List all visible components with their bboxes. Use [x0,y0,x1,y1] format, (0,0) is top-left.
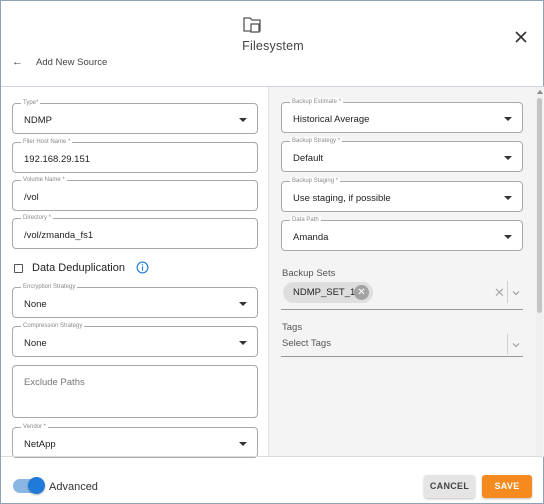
dropdown-caret-icon [504,196,512,200]
directory-field[interactable]: Directory * /vol/zmanda_fs1 [12,214,258,249]
exclude-paths-placeholder: Exclude Paths [24,377,85,388]
type-select[interactable]: Type* NDMP [12,99,258,134]
backup-sets-underline [281,309,523,310]
backup-set-chip-label: NDMP_SET_1 [293,287,356,298]
scroll-up-arrow-icon[interactable] [537,90,543,94]
encryption-strategy-select[interactable]: Encryption Strategy None [12,283,258,318]
tags-label: Tags [282,322,303,333]
scrollbar-thumb[interactable] [537,98,542,313]
info-icon[interactable] [136,261,149,274]
tags-underline [281,356,523,357]
dropdown-caret-icon [504,117,512,121]
backup-staging-label: Backup Staging * [290,177,341,185]
backup-strategy-select[interactable]: Backup Strategy * Default [281,137,523,172]
data-dedup-label: Data Deduplication [32,262,125,274]
directory-label: Directory * [21,214,54,222]
dropdown-caret-icon [239,302,247,306]
backup-staging-value: Use staging, if possible [293,193,391,204]
backup-strategy-label: Backup Strategy * [290,137,343,145]
backup-strategy-value: Default [293,153,324,164]
folder-copy-icon [243,17,261,33]
tags-select[interactable]: Select Tags [282,338,331,349]
dropdown-caret-icon [504,235,512,239]
filer-host-label: Filer Host Name * [21,138,73,146]
dropdown-caret-icon [239,118,247,122]
type-value: NDMP [24,115,52,126]
footer-divider [1,456,544,457]
back-link-label[interactable]: Add New Source [36,57,107,68]
backup-set-chip[interactable]: NDMP_SET_1 ✕ [283,282,373,303]
advanced-label: Advanced [49,481,98,493]
volume-name-field[interactable]: Volume Name * /vol [12,176,258,211]
save-button[interactable]: SAVE [482,475,532,498]
chevron-down-icon[interactable] [512,341,520,349]
compression-strategy-select[interactable]: Compression Strategy None [12,322,258,357]
backup-staging-select[interactable]: Backup Staging * Use staging, if possibl… [281,177,523,212]
back-arrow-icon[interactable]: ← [12,56,23,68]
column-divider [268,87,269,456]
data-path-select[interactable]: Data Path Amanda [281,216,523,251]
volume-name-label: Volume Name * [21,176,67,184]
cancel-button[interactable]: CANCEL [424,475,475,498]
vendor-select[interactable]: Vendor * NetApp [12,423,258,458]
data-path-label: Data Path [290,216,321,224]
remove-chip-icon[interactable]: ✕ [354,285,369,300]
backup-estimate-value: Historical Average [293,114,370,125]
select-separator [507,334,508,354]
compression-value: None [24,338,47,349]
filesystem-dialog: Filesystem ← Add New Source Type* NDMP F… [0,0,544,504]
directory-value: /vol/zmanda_fs1 [24,230,94,241]
type-label: Type* [21,99,41,107]
exclude-paths-textarea[interactable]: Exclude Paths [12,365,258,418]
select-separator [507,281,508,303]
encryption-value: None [24,299,47,310]
close-icon[interactable] [511,27,531,47]
clear-selection-icon[interactable]: ✕ [494,285,505,301]
advanced-toggle[interactable] [13,477,45,494]
vendor-label: Vendor * [21,423,49,431]
data-path-value: Amanda [293,232,329,243]
dropdown-caret-icon [504,156,512,160]
data-dedup-checkbox[interactable] [14,264,23,273]
dropdown-caret-icon [239,442,247,446]
backup-estimate-select[interactable]: Backup Estimate * Historical Average [281,98,523,133]
backup-estimate-label: Backup Estimate * [290,98,344,106]
encryption-label: Encryption Strategy [21,283,78,291]
filer-host-value: 192.168.29.151 [24,154,91,165]
toggle-knob [28,477,45,494]
filer-host-field[interactable]: Filer Host Name * 192.168.29.151 [12,138,258,173]
dialog-title: Filesystem [242,39,304,53]
volume-name-value: /vol [24,192,39,203]
chevron-down-icon[interactable] [512,289,520,297]
compression-label: Compression Strategy [21,322,85,330]
backup-sets-label: Backup Sets [282,268,336,279]
dropdown-caret-icon [239,341,247,345]
vendor-value: NetApp [24,439,56,450]
